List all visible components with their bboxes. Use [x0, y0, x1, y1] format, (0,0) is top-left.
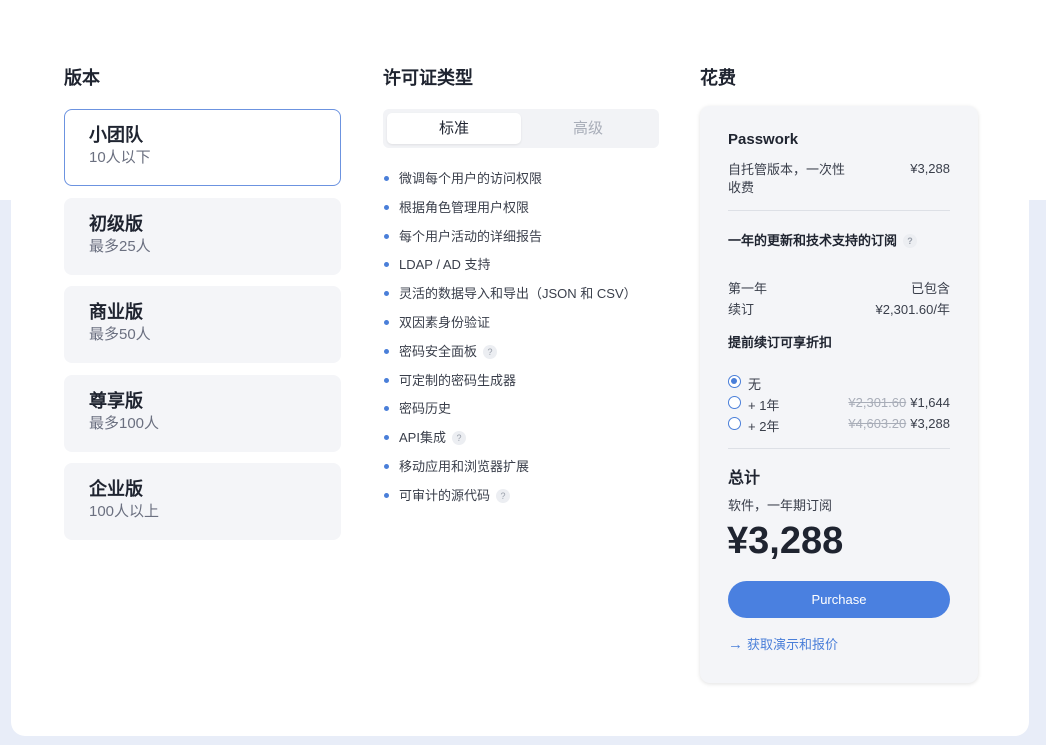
- help-icon[interactable]: ?: [496, 488, 511, 503]
- feature-text: 可定制的密码生成器: [399, 372, 517, 388]
- purchase-button[interactable]: Purchase: [728, 581, 950, 618]
- help-icon[interactable]: ?: [903, 234, 918, 248]
- discount-title: 提前续订可享折扣: [728, 335, 833, 350]
- renewal-option-none[interactable]: 无: [728, 374, 950, 392]
- feature-text: 灵活的数据导入和导出（JSON 和 CSV）: [399, 286, 637, 302]
- selfhost-price: ¥3,288: [910, 161, 950, 176]
- license-type-tabs: 标准 高级: [383, 109, 659, 148]
- feature-item: 每个用户活动的详细报告: [383, 226, 637, 255]
- feature-list: 微调每个用户的访问权限 根据角色管理用户权限 每个用户活动的详细报告 LDAP …: [383, 168, 637, 514]
- edition-name: 商业版: [89, 302, 143, 322]
- feature-text: 根据角色管理用户权限: [399, 199, 530, 215]
- radio-button[interactable]: [728, 396, 741, 409]
- edition-option-small-team[interactable]: 小团队 10人以下: [64, 109, 341, 186]
- total-title: 总计: [728, 470, 761, 487]
- feature-text: 移动应用和浏览器扩展: [399, 458, 530, 474]
- first-year-label: 第一年: [728, 281, 768, 296]
- feature-item: 微调每个用户的访问权限: [383, 168, 637, 197]
- get-demo-link[interactable]: → 获取演示和报价: [728, 634, 838, 653]
- option-label: 无: [748, 377, 762, 392]
- total-subtitle: 软件，一年期订阅: [728, 498, 833, 513]
- product-name: Passwork: [728, 131, 799, 148]
- cost-column-title: 花费: [700, 68, 736, 88]
- feature-item: 可定制的密码生成器: [383, 370, 637, 399]
- feature-text: 密码历史: [399, 401, 452, 417]
- feature-item: LDAP / AD 支持: [383, 254, 637, 283]
- license-column-title: 许可证类型: [383, 68, 473, 88]
- edition-option-premium[interactable]: 尊享版 最多100人: [64, 375, 341, 452]
- feature-item: 双因素身份验证: [383, 312, 637, 341]
- renewal-option-1-year[interactable]: + 1年 ¥2,301.60 ¥1,644: [728, 395, 950, 413]
- edition-option-business[interactable]: 商业版 最多50人: [64, 286, 341, 363]
- radio-button[interactable]: [728, 375, 741, 388]
- edition-option-enterprise[interactable]: 企业版 100人以上: [64, 463, 341, 540]
- edition-name: 尊享版: [89, 391, 143, 411]
- edition-name: 小团队: [89, 125, 143, 145]
- divider: [728, 448, 950, 449]
- old-price: ¥4,603.20: [848, 416, 907, 431]
- edition-subtitle: 最多25人: [89, 238, 151, 255]
- feature-text: 微调每个用户的访问权限: [399, 171, 543, 186]
- edition-subtitle: 10人以下: [89, 149, 151, 166]
- renew-label: 续订: [728, 302, 755, 317]
- cost-panel: Passwork 自托管版本，一次性收费 ¥3,288 一年的更新和技术支持的订…: [700, 106, 978, 683]
- old-price: ¥2,301.60: [848, 395, 907, 410]
- feature-text: 密码安全面板: [399, 343, 478, 359]
- edition-subtitle: 100人以上: [89, 503, 160, 520]
- feature-text: LDAP / AD 支持: [399, 257, 491, 273]
- subscription-title: 一年的更新和技术支持的订阅?: [728, 230, 918, 249]
- feature-text: 双因素身份验证: [399, 314, 491, 330]
- new-price: ¥1,644: [910, 395, 950, 410]
- tab-standard[interactable]: 标准: [387, 113, 521, 144]
- edition-subtitle: 最多100人: [89, 415, 160, 432]
- option-label: + 1年: [748, 398, 780, 413]
- feature-item: 可审计的源代码?: [383, 485, 637, 514]
- option-label: + 2年: [748, 419, 780, 434]
- edition-option-starter[interactable]: 初级版 最多25人: [64, 198, 341, 275]
- feature-text: API集成: [399, 430, 446, 446]
- feature-item: 根据角色管理用户权限: [383, 197, 637, 226]
- total-amount: ¥3,288: [727, 520, 844, 562]
- arrow-right-icon: →: [728, 636, 743, 653]
- tab-advanced[interactable]: 高级: [521, 113, 655, 144]
- help-icon[interactable]: ?: [483, 344, 498, 359]
- divider: [728, 210, 950, 211]
- feature-item: 密码安全面板?: [383, 341, 637, 370]
- feature-item: 灵活的数据导入和导出（JSON 和 CSV）: [383, 283, 637, 312]
- feature-text: 每个用户活动的详细报告: [399, 228, 543, 244]
- option-prices: ¥4,603.20 ¥3,288: [848, 416, 950, 431]
- feature-text: 可审计的源代码: [399, 487, 491, 503]
- radio-button[interactable]: [728, 417, 741, 430]
- feature-item: API集成?: [383, 427, 637, 456]
- edition-subtitle: 最多50人: [89, 326, 151, 343]
- demo-link-text: 获取演示和报价: [747, 637, 839, 652]
- edition-column-title: 版本: [64, 68, 100, 88]
- selfhost-label: 自托管版本，一次性收费: [728, 162, 846, 195]
- subscription-title-text: 一年的更新和技术支持的订阅: [728, 233, 898, 248]
- edition-name: 企业版: [89, 479, 143, 499]
- feature-item: 密码历史: [383, 398, 637, 427]
- option-prices: ¥2,301.60 ¥1,644: [848, 395, 950, 410]
- renewal-option-2-years[interactable]: + 2年 ¥4,603.20 ¥3,288: [728, 416, 950, 434]
- new-price: ¥3,288: [910, 416, 950, 431]
- help-icon[interactable]: ?: [451, 431, 466, 446]
- first-year-value: 已包含: [910, 281, 950, 296]
- renew-value: ¥2,301.60/年: [875, 302, 950, 317]
- feature-item: 移动应用和浏览器扩展: [383, 456, 637, 485]
- edition-name: 初级版: [89, 214, 143, 234]
